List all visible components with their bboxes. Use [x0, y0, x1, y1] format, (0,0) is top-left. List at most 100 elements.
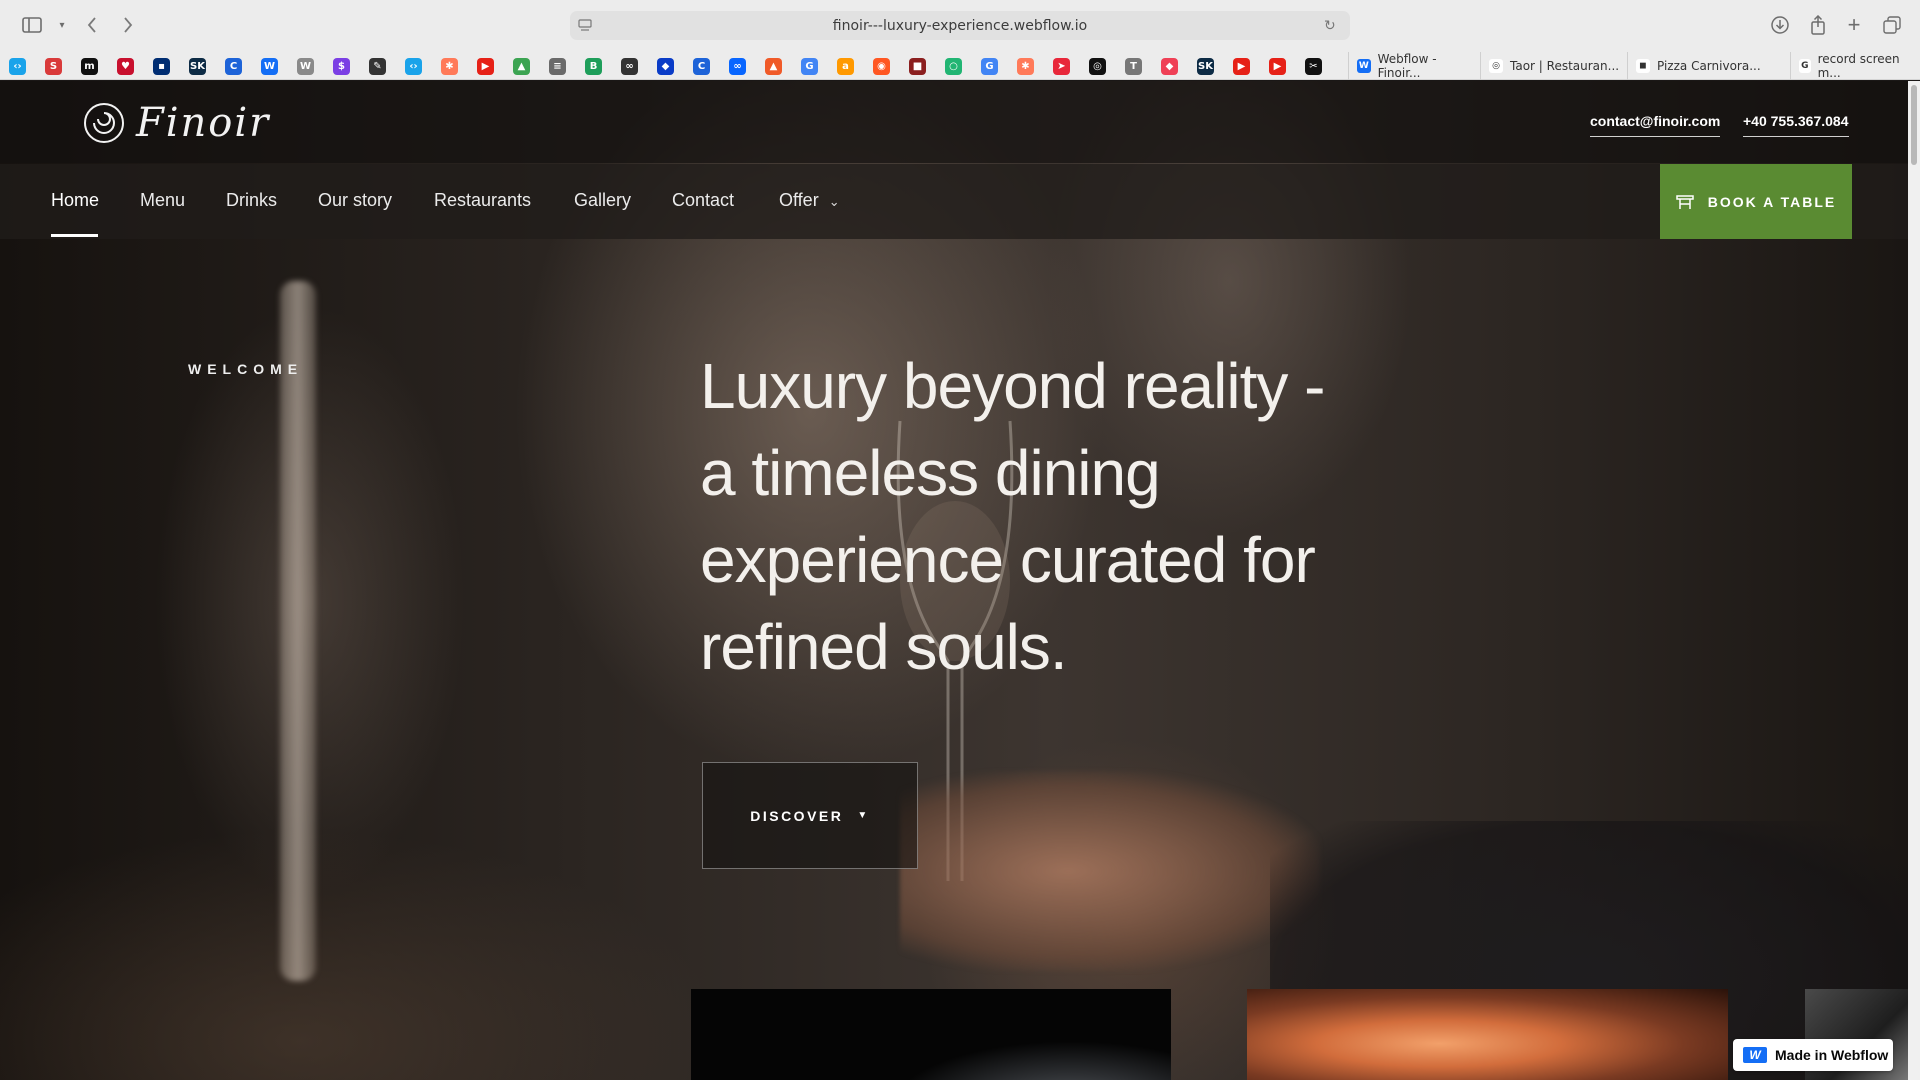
tab-favicon-icon: ◼: [1636, 59, 1650, 73]
capcut-icon[interactable]: ✂: [1305, 58, 1322, 75]
sk-icon[interactable]: SK: [189, 58, 206, 75]
sidebar-toggle-icon[interactable]: [20, 13, 44, 37]
circle-icon[interactable]: ○: [945, 58, 962, 75]
browser-toolbar: ▾ finoir---luxury-experience.webflow.io …: [0, 0, 1920, 50]
tab-favicon-icon: W: [1357, 59, 1371, 73]
browser-tab[interactable]: W Webflow - Finoir...: [1348, 52, 1480, 80]
gallery-tile-fire[interactable]: [1247, 989, 1728, 1080]
nav-item-offer[interactable]: Offer ⌄: [779, 190, 840, 211]
made-in-webflow-badge[interactable]: W Made in Webflow: [1733, 1039, 1893, 1071]
hand-image: [900, 771, 1320, 971]
active-nav-indicator: [51, 234, 98, 237]
dollar-icon[interactable]: $: [333, 58, 350, 75]
site-logo[interactable]: Finoir: [82, 99, 270, 147]
book-table-label: BOOK A TABLE: [1707, 193, 1837, 210]
pocket-icon[interactable]: ◆: [1161, 58, 1178, 75]
phone-link[interactable]: +40 755.367.084: [1743, 113, 1849, 137]
site-topbar: Finoir contact@finoir.com +40 755.367.08…: [0, 81, 1908, 163]
youtube-icon[interactable]: ▶: [1269, 58, 1286, 75]
nav-item-menu[interactable]: Menu: [140, 190, 185, 211]
t-icon[interactable]: T: [1125, 58, 1142, 75]
nav-item-restaurants[interactable]: Restaurants: [434, 190, 531, 211]
hubspot-icon[interactable]: ✱: [1017, 58, 1034, 75]
main-nav: Home Menu Drinks Our story Restaurants G…: [0, 164, 1908, 239]
webflow-logo-icon: W: [1743, 1047, 1767, 1063]
tab-label: Taor | Restauran...: [1510, 59, 1620, 73]
tab-label: record screen m...: [1817, 52, 1900, 80]
share-icon[interactable]: [1806, 13, 1830, 37]
gallery-tile-dark[interactable]: [691, 989, 1171, 1080]
webflow-icon[interactable]: W: [261, 58, 278, 75]
nav-item-our-story[interactable]: Our story: [318, 190, 392, 211]
tab-label: Pizza Carnivora...: [1657, 59, 1761, 73]
amazon-icon[interactable]: a: [837, 58, 854, 75]
nav-item-gallery[interactable]: Gallery: [574, 190, 631, 211]
caret-down-icon: ▼: [857, 810, 870, 821]
website-page: Finoir contact@finoir.com +40 755.367.08…: [0, 81, 1908, 1080]
back-icon[interactable]: [80, 13, 104, 37]
email-link[interactable]: contact@finoir.com: [1590, 113, 1721, 137]
gift-icon[interactable]: ■: [909, 58, 926, 75]
code-icon[interactable]: ‹›: [9, 58, 26, 75]
book-table-button[interactable]: BOOK A TABLE: [1660, 164, 1852, 239]
youtube-icon[interactable]: ▶: [1233, 58, 1250, 75]
forward-icon[interactable]: [116, 13, 140, 37]
tab-overview-icon[interactable]: [1880, 13, 1904, 37]
url-text: finoir---luxury-experience.webflow.io: [832, 17, 1088, 34]
google-icon[interactable]: G: [801, 58, 818, 75]
sk-icon[interactable]: SK: [1197, 58, 1214, 75]
hubspot-icon[interactable]: ✱: [441, 58, 458, 75]
eye-icon[interactable]: ◉: [873, 58, 890, 75]
new-tab-icon[interactable]: +: [1842, 12, 1866, 37]
google-icon[interactable]: G: [981, 58, 998, 75]
youtube-icon[interactable]: ▶: [477, 58, 494, 75]
nav-item-offer-label: Offer: [779, 190, 819, 210]
c-icon[interactable]: C: [693, 58, 710, 75]
nav-item-home[interactable]: Home: [51, 190, 99, 211]
tab-favicon-icon: ◎: [1489, 59, 1503, 73]
logo-wordmark: Finoir: [136, 100, 271, 146]
heart-icon[interactable]: ♥: [117, 58, 134, 75]
infinity-icon[interactable]: ∞: [621, 58, 638, 75]
address-bar[interactable]: finoir---luxury-experience.webflow.io ↻: [570, 11, 1350, 40]
table-icon: [1676, 194, 1694, 209]
scroll-thumb[interactable]: [1911, 85, 1917, 165]
downloads-icon[interactable]: [1768, 13, 1792, 37]
b-icon[interactable]: B: [585, 58, 602, 75]
box-icon[interactable]: ▪: [153, 58, 170, 75]
page-scrollbar[interactable]: [1908, 81, 1920, 1080]
discover-label: DISCOVER: [750, 807, 844, 824]
browser-tab[interactable]: Grecord screen m...: [1790, 52, 1908, 80]
spotify-icon[interactable]: S: [45, 58, 62, 75]
logo-spiral-icon: [84, 103, 124, 143]
nav-item-drinks[interactable]: Drinks: [226, 190, 277, 211]
browser-chrome: ▾ finoir---luxury-experience.webflow.io …: [0, 0, 1920, 80]
ruler-icon[interactable]: ≡: [549, 58, 566, 75]
hero-eyebrow: WELCOME: [188, 361, 304, 377]
tab-label: Webflow - Finoir...: [1377, 52, 1437, 80]
shield-icon[interactable]: ◆: [657, 58, 674, 75]
openai-icon[interactable]: ◎: [1089, 58, 1106, 75]
discover-button[interactable]: DISCOVER ▼: [702, 762, 918, 869]
warning-icon[interactable]: ▲: [765, 58, 782, 75]
w-icon[interactable]: W: [297, 58, 314, 75]
reload-icon[interactable]: ↻: [1324, 17, 1340, 33]
candle-image: [280, 281, 316, 981]
made-in-webflow-label: Made in Webflow: [1775, 1047, 1889, 1063]
nav-item-contact[interactable]: Contact: [672, 190, 734, 211]
browser-tab[interactable]: ◼ Pizza Carnivora...: [1627, 52, 1790, 80]
rocket-icon[interactable]: ➤: [1053, 58, 1070, 75]
pen-icon[interactable]: ✎: [369, 58, 386, 75]
triangle-icon[interactable]: ▲: [513, 58, 530, 75]
tab-group-chevron-icon[interactable]: ▾: [50, 13, 74, 37]
chevron-down-icon: ⌄: [828, 194, 840, 209]
tab-favicon-icon: G: [1799, 59, 1811, 73]
site-settings-icon[interactable]: [578, 18, 592, 32]
medium-icon[interactable]: m: [81, 58, 98, 75]
hero-title: Luxury beyond reality - a timeless dinin…: [700, 350, 1325, 683]
c-icon[interactable]: C: [225, 58, 242, 75]
code-icon[interactable]: ‹›: [405, 58, 422, 75]
meta-icon[interactable]: ∞: [729, 58, 746, 75]
bookmarks-bar: ‹› Sm ♥ ▪ SK C W W $ ✎ ‹› ✱ ▶ ▲ ≡ B ∞ ◆ C ∞ ▲ Ga ◉ ■ ○ G ✱ ➤ ◎ T ◆ SK ▶ ▶…: [0, 52, 1920, 80]
browser-tab[interactable]: ◎ Taor | Restauran...: [1480, 52, 1627, 80]
